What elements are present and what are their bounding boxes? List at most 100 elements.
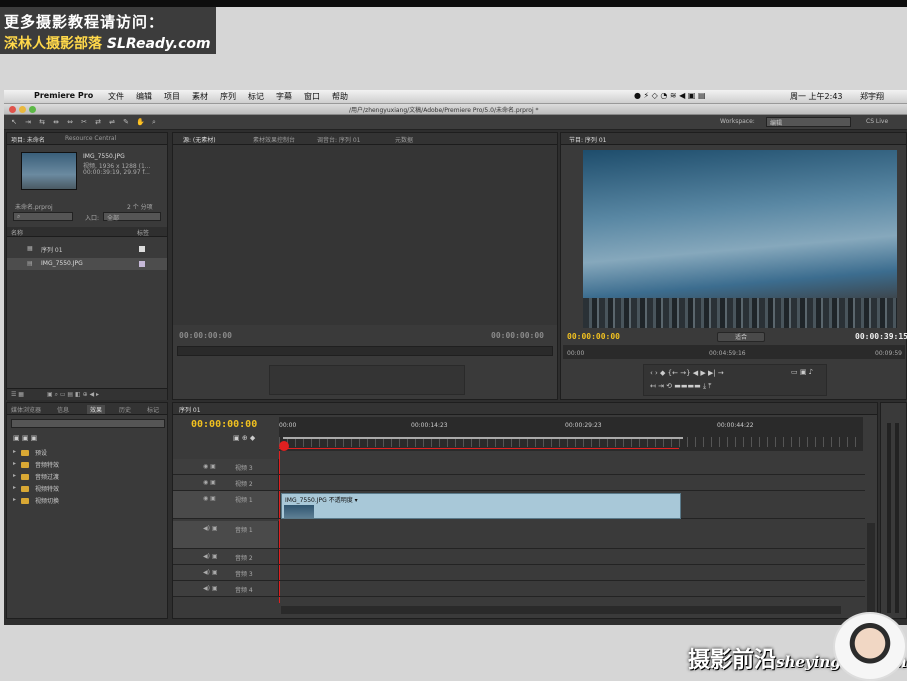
menu-clip[interactable]: 素材 [192, 91, 208, 102]
slide-tool-icon[interactable]: ⇌ [108, 118, 116, 126]
timeline-clip-img-7550[interactable]: IMG_7550.JPG 不透明度 ▾ [281, 493, 681, 519]
selection-tool-icon[interactable]: ↖ [10, 118, 18, 126]
transport-buttons-icon[interactable]: ‹ › ◆ {← →} ◀ ▶ ▶| → [650, 369, 724, 377]
timeline-snap-icons[interactable]: ▣ ⊕ ◆ [233, 434, 255, 442]
menu-app-name[interactable]: Premiere Pro [34, 91, 93, 100]
track-video-3[interactable]: ◉ ▣ 视频 3 [173, 459, 865, 475]
tab-history[interactable]: 历史 [119, 405, 131, 414]
project-item-image[interactable]: ▤ IMG_7550.JPG [7, 258, 167, 270]
track-select-tool-icon[interactable]: ⇥ [24, 118, 32, 126]
razor-tool-icon[interactable]: ✂ [80, 118, 88, 126]
project-item-sequence[interactable]: ▦ 序列 01 [7, 243, 167, 255]
list-view-icon[interactable]: ☰ ▦ [11, 391, 24, 398]
menu-edit[interactable]: 编辑 [136, 91, 152, 102]
program-time-ruler[interactable]: 00:00 00:04:59:16 00:09:59 [563, 345, 905, 359]
clip-thumbnail[interactable] [21, 152, 77, 190]
tab-sequence-01[interactable]: 序列 01 [179, 405, 201, 414]
program-tc-current[interactable]: 00:00:00:00 [567, 332, 620, 341]
slip-tool-icon[interactable]: ⇄ [94, 118, 102, 126]
tab-project[interactable]: 项目: 未命名 [11, 135, 45, 144]
source-viewer[interactable] [173, 145, 557, 325]
project-buttons-icon[interactable]: ▣ ⌕ ▭ ▤ ◧ ⊕ ◀ ▸ [47, 391, 99, 399]
tab-source[interactable]: 源: (无素材) [183, 135, 216, 144]
tab-resource-central[interactable]: Resource Central [65, 135, 116, 142]
workspace-label: Workspace: [720, 118, 755, 125]
effects-folder-audio-effects[interactable]: ▸ 音频特效 [13, 459, 163, 470]
tab-effects[interactable]: 效果 [87, 405, 106, 414]
zoom-tool-icon[interactable]: ⌕ [150, 118, 158, 126]
work-area-bar[interactable] [283, 437, 683, 439]
pen-tool-icon[interactable]: ✎ [122, 118, 130, 126]
eye-lock-icon[interactable]: ◉ ▣ [203, 495, 216, 502]
mac-menu-bar: Premiere Pro 文件 编辑 项目 素材 序列 标记 字幕 窗口 帮助 … [4, 90, 907, 104]
tab-markers[interactable]: 标记 [147, 405, 159, 414]
track-audio-2[interactable]: ◀) ▣ 音频 2 [173, 549, 865, 565]
window-title-bar: /用户/zhengyuxiang/文稿/Adobe/Premiere Pro/5… [4, 104, 907, 115]
tab-info[interactable]: 信息 [57, 405, 69, 414]
effects-folder-presets[interactable]: ▸ 预设 [13, 447, 163, 458]
hand-tool-icon[interactable]: ✋ [136, 118, 145, 126]
speaker-lock-icon[interactable]: ◀) ▣ [203, 553, 218, 560]
effects-folder-video-transitions[interactable]: ▸ 视频切换 [13, 495, 163, 506]
track-audio-1[interactable]: ◀) ▣ 音频 1 [173, 521, 865, 549]
track-audio-4[interactable]: ◀) ▣ 音频 4 [173, 581, 865, 597]
speaker-lock-icon[interactable]: ◀) ▣ [203, 569, 218, 576]
playhead-handle[interactable] [279, 441, 289, 451]
menu-title[interactable]: 字幕 [276, 91, 292, 102]
tab-effect-controls[interactable]: 素材效果控制台 [253, 135, 295, 144]
speaker-lock-icon[interactable]: ◀) ▣ [203, 525, 218, 532]
eye-lock-icon[interactable]: ◉ ▣ [203, 463, 216, 470]
menu-user[interactable]: 郑宇翔 [860, 91, 884, 102]
eye-lock-icon[interactable]: ◉ ▣ [203, 479, 216, 486]
program-viewer-image[interactable] [583, 150, 897, 328]
speaker-lock-icon[interactable]: ◀) ▣ [203, 585, 218, 592]
tab-metadata[interactable]: 元数据 [395, 135, 413, 144]
menu-file[interactable]: 文件 [108, 91, 124, 102]
menu-project[interactable]: 项目 [164, 91, 180, 102]
rolling-edit-tool-icon[interactable]: ⇹ [52, 118, 60, 126]
ripple-edit-tool-icon[interactable]: ⇆ [38, 118, 46, 126]
col-name[interactable]: 名称 [11, 228, 23, 237]
close-window-button[interactable] [9, 106, 16, 113]
effects-bin-icons[interactable]: ▣ ▣ ▣ [13, 434, 37, 442]
menu-clock[interactable]: 周一 上午2:43 [790, 91, 843, 102]
menu-marker[interactable]: 标记 [248, 91, 264, 102]
source-transport-controls[interactable] [269, 365, 465, 395]
menu-help[interactable]: 帮助 [332, 91, 348, 102]
label-swatch [139, 261, 145, 267]
source-tc-current[interactable]: 00:00:00:00 [179, 331, 232, 340]
menu-sequence[interactable]: 序列 [220, 91, 236, 102]
export-frame-icon[interactable]: ▭ ▣ ♪ [791, 368, 813, 376]
status-icons: ● ⚡ ◇ ◔ ≋ ◀ ▣ ▤ [634, 91, 706, 100]
transport-buttons-2-icon[interactable]: ↤ ⇥ ⟲ ▬▬▬▬ ⤓ ⤒ [650, 382, 711, 391]
meter-left [887, 423, 891, 613]
effects-folder-audio-transitions[interactable]: ▸ 音频过渡 [13, 471, 163, 482]
in-select[interactable]: 全部 [103, 212, 161, 222]
effects-search-input[interactable] [11, 419, 165, 428]
project-search-input[interactable]: ⌕ [13, 212, 73, 221]
tab-audio-mixer[interactable]: 调音台: 序列 01 [317, 135, 360, 144]
timeline-ruler[interactable]: 00:00 00:00:14:23 00:00:29:23 00:00:44:2… [279, 417, 863, 451]
col-label[interactable]: 标签 [137, 228, 149, 237]
cs-live-button[interactable]: CS Live [866, 118, 888, 125]
timeline-panel-tabs: 序列 01 [173, 403, 877, 415]
minimize-window-button[interactable] [19, 106, 26, 113]
effects-folder-video-effects[interactable]: ▸ 视频特效 [13, 483, 163, 494]
rate-stretch-tool-icon[interactable]: ⇔ [66, 118, 74, 126]
track-video-2[interactable]: ◉ ▣ 视频 2 [173, 475, 865, 491]
source-panel-tabs: 源: (无素材) 素材效果控制台 调音台: 序列 01 元数据 [173, 133, 557, 145]
track-video-1[interactable]: ◉ ▣ 视频 1 IMG_7550.JPG 不透明度 ▾ [173, 491, 865, 519]
zoom-window-button[interactable] [29, 106, 36, 113]
tab-media-browser[interactable]: 媒体浏览器 [11, 405, 41, 414]
program-fit-select[interactable]: 适合 [717, 332, 765, 342]
tools-bar: ↖ ⇥ ⇆ ⇹ ⇔ ✂ ⇄ ⇌ ✎ ✋ ⌕ Workspace: 编辑 CS L… [4, 115, 907, 130]
menu-window[interactable]: 窗口 [304, 91, 320, 102]
track-audio-3[interactable]: ◀) ▣ 音频 3 [173, 565, 865, 581]
workspace-select[interactable]: 编辑 [766, 117, 851, 127]
timeline-tc[interactable]: 00:00:00:00 [191, 419, 257, 430]
timeline-vertical-scrollbar[interactable] [867, 523, 875, 613]
folder-icon [21, 498, 29, 504]
timeline-horizontal-scrollbar[interactable] [281, 606, 841, 614]
tab-program[interactable]: 节目: 序列 01 [569, 135, 606, 144]
source-scrubber[interactable] [177, 346, 553, 356]
